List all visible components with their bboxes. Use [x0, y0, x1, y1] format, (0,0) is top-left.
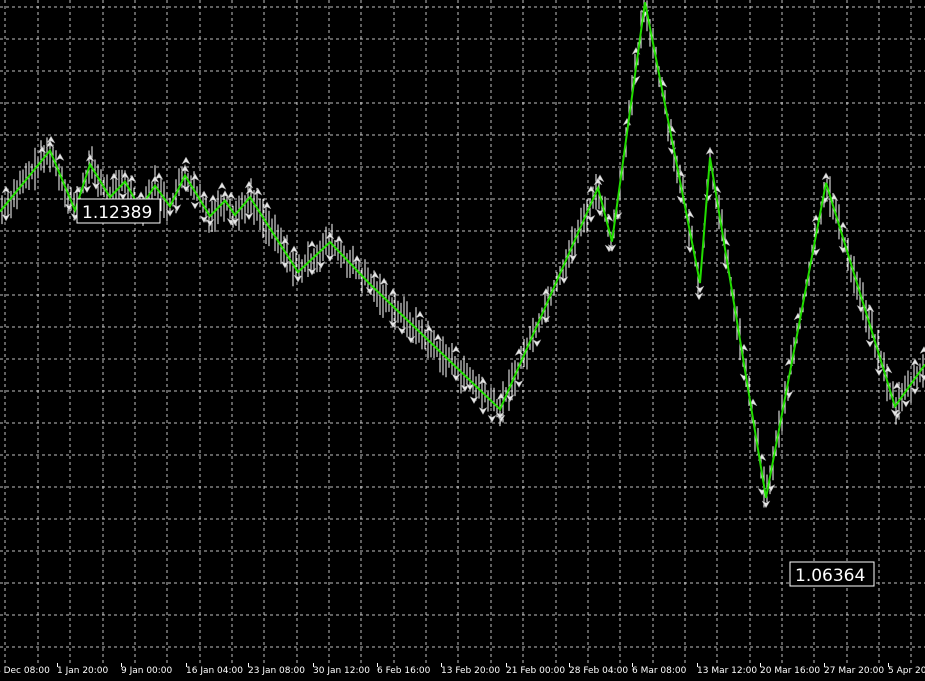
- x-tick-label: 13 Feb 20:00: [441, 666, 500, 676]
- x-tick-label: 27 Mar 20:00: [824, 666, 884, 676]
- x-tick-label: 21 Feb 00:00: [506, 666, 565, 676]
- price-label-low-text: 1.06364: [795, 566, 865, 586]
- chart: 1.12389 1.06364 4 Dec 08:00 1 Jan 20:00 9 …: [0, 0, 925, 681]
- x-tick-label: 20 Mar 16:00: [760, 666, 820, 676]
- x-tick-label: 1 Jan 20:00: [57, 666, 109, 676]
- x-tick-label: 13 Mar 12:00: [697, 666, 757, 676]
- price-label-high: 1.12389: [76, 198, 161, 224]
- x-tick-label: 4 Dec 08:00: [0, 666, 50, 676]
- x-tick-label: 6 Feb 16:00: [377, 666, 431, 676]
- x-tick-label: 28 Feb 04:00: [569, 666, 628, 676]
- x-tick-label: 16 Jan 04:00: [186, 666, 243, 676]
- x-tick-label: 23 Jan 08:00: [248, 666, 305, 676]
- x-tick-label: 30 Jan 12:00: [313, 666, 370, 676]
- price-label-low: 1.06364: [789, 561, 875, 587]
- x-tick-label: 6 Mar 08:00: [632, 666, 687, 676]
- price-label-high-text: 1.12389: [82, 203, 152, 223]
- x-tick-label: 5 Apr 20:00: [888, 666, 925, 676]
- x-tick-label: 9 Jan 00:00: [121, 666, 173, 676]
- chart-background: [0, 0, 925, 681]
